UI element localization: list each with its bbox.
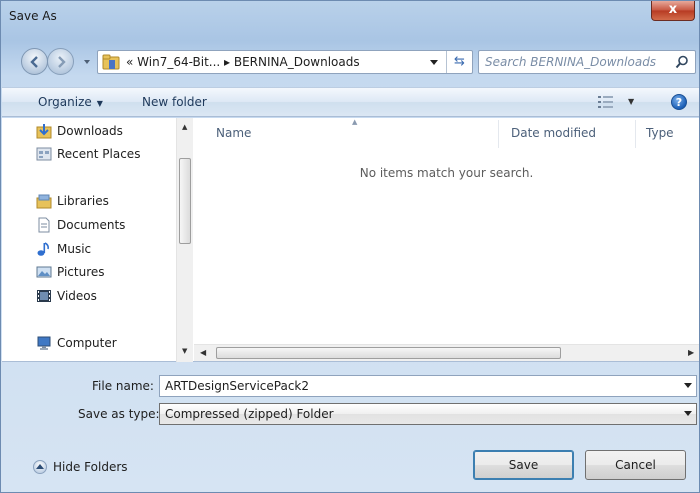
file-name-label: File name:: [92, 379, 154, 393]
column-header-type[interactable]: Type: [646, 126, 674, 140]
libraries-icon: [36, 194, 52, 209]
organize-label: Organize: [38, 95, 92, 109]
save-as-dialog: Save As x « Win7_64-Bit... ▸ BERNINA_Dow…: [0, 0, 700, 493]
back-button[interactable]: [21, 48, 48, 75]
search-placeholder: Search BERNINA_Downloads: [485, 55, 657, 69]
chevron-down-icon[interactable]: [684, 383, 692, 389]
column-divider[interactable]: [635, 120, 636, 148]
help-icon[interactable]: ?: [671, 94, 687, 110]
nav-item-label: Recent Places: [57, 147, 141, 161]
scroll-up-icon[interactable]: ▲: [182, 123, 187, 131]
nav-item-label: Music: [57, 242, 92, 256]
forward-arrow-icon: [58, 56, 66, 68]
documents-icon: [38, 217, 50, 233]
save-type-label: Save as type:: [78, 407, 160, 421]
sort-ascending-icon: ▲: [352, 118, 358, 126]
scrollbar-thumb[interactable]: [179, 158, 191, 244]
chevron-down-icon[interactable]: [684, 411, 692, 417]
window-title: Save As: [9, 9, 57, 23]
nav-item-label: Pictures: [57, 265, 105, 279]
column-header-name[interactable]: Name: [216, 126, 251, 140]
scroll-left-icon[interactable]: ◀: [200, 348, 206, 357]
empty-list-message: No items match your search.: [359, 166, 534, 180]
videos-icon: [37, 290, 51, 302]
file-name-input[interactable]: ARTDesignServicePack2: [159, 375, 697, 397]
browser-panes: Downloads Recent Places Libraries Docume…: [2, 118, 699, 362]
computer-icon: [37, 336, 51, 350]
recent-places-icon: [36, 147, 52, 161]
save-button[interactable]: Save: [473, 450, 574, 480]
hide-folders-label: Hide Folders: [53, 460, 128, 474]
views-dropdown-icon[interactable]: ▼: [628, 97, 634, 106]
close-button[interactable]: x: [651, 1, 695, 21]
command-bar: Organize ▼ New folder ▼ ?: [2, 87, 699, 117]
address-dropdown-icon[interactable]: [430, 60, 438, 66]
search-icon[interactable]: [675, 55, 689, 69]
views-icon[interactable]: [598, 96, 614, 108]
nav-item-label: Downloads: [57, 124, 123, 138]
back-arrow-icon: [30, 56, 38, 68]
address-path[interactable]: « Win7_64-Bit... ▸ BERNINA_Downloads: [126, 55, 360, 69]
column-divider[interactable]: [498, 120, 499, 148]
refresh-button[interactable]: ⇆: [446, 51, 472, 73]
file-list[interactable]: Name ▲ Date modified Type No items match…: [194, 118, 699, 362]
nav-item-label: Videos: [57, 289, 97, 303]
downloads-icon: [36, 124, 52, 139]
nav-item-label: Documents: [57, 218, 126, 232]
cancel-button[interactable]: Cancel: [585, 450, 686, 480]
column-header-date-modified[interactable]: Date modified: [511, 126, 596, 140]
nav-item-label: Computer: [57, 336, 117, 350]
nav-item-label: Libraries: [57, 194, 109, 208]
recent-pages-dropdown-icon[interactable]: [83, 58, 91, 66]
file-list-scrollbar[interactable]: ◀ ▶: [194, 344, 699, 361]
music-icon: [37, 242, 49, 256]
scroll-down-icon[interactable]: ▼: [182, 347, 187, 355]
address-bar[interactable]: « Win7_64-Bit... ▸ BERNINA_Downloads ⇆: [97, 50, 473, 74]
scrollbar-thumb[interactable]: [216, 347, 561, 359]
title-bar[interactable]: Save As x: [1, 1, 699, 41]
navigation-pane: Downloads Recent Places Libraries Docume…: [2, 118, 194, 362]
folder-icon: [102, 54, 120, 70]
save-type-value: Compressed (zipped) Folder: [165, 407, 334, 421]
collapse-icon: [33, 460, 47, 474]
forward-button[interactable]: [47, 48, 74, 75]
new-folder-button[interactable]: New folder: [142, 95, 207, 109]
pictures-icon: [36, 266, 52, 278]
scroll-right-icon[interactable]: ▶: [688, 348, 694, 357]
save-type-select[interactable]: Compressed (zipped) Folder: [159, 403, 697, 425]
refresh-icon: ⇆: [454, 54, 465, 69]
file-name-value: ARTDesignServicePack2: [165, 379, 310, 393]
navigation-scrollbar[interactable]: ▲ ▼: [176, 118, 193, 362]
search-input[interactable]: Search BERNINA_Downloads: [478, 50, 696, 74]
chevron-down-icon: ▼: [96, 99, 103, 108]
organize-menu-button[interactable]: Organize ▼: [38, 95, 103, 109]
